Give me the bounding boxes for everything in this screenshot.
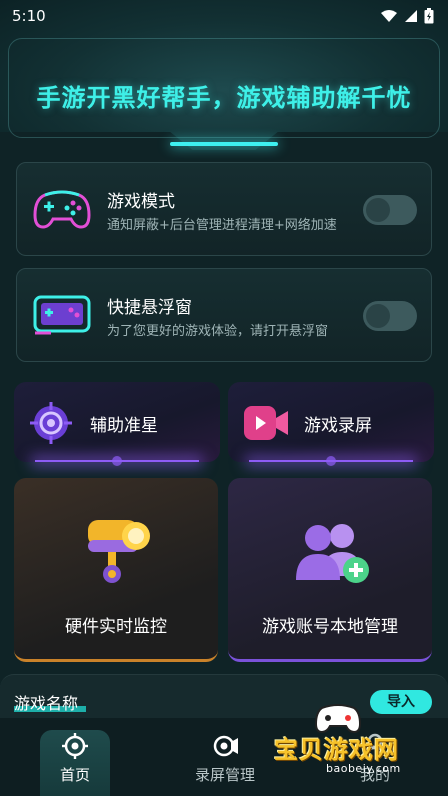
game-mode-desc: 通知屏蔽+后台管理进程清理+网络加速 bbox=[107, 218, 337, 233]
hardware-monitor-label: 硬件实时监控 bbox=[65, 617, 167, 637]
floating-window-card[interactable]: 快捷悬浮窗 为了您更好的游戏体验，请打开悬浮窗 bbox=[16, 268, 432, 362]
tile-dot bbox=[326, 456, 336, 466]
watermark: 宝贝游戏网 baobeiy.com bbox=[268, 700, 446, 796]
banner-glow bbox=[170, 142, 278, 146]
crosshair-icon bbox=[30, 402, 72, 444]
watermark-text: 宝贝游戏网 bbox=[274, 736, 399, 764]
status-bar: 5:10 bbox=[0, 0, 448, 32]
screen-record-tile[interactable]: 游戏录屏 bbox=[228, 382, 434, 466]
floating-window-icon bbox=[33, 295, 91, 335]
floating-window-title: 快捷悬浮窗 bbox=[107, 298, 192, 318]
aim-assist-label: 辅助准星 bbox=[90, 416, 158, 436]
toggle-knob bbox=[366, 198, 390, 222]
gamepad-icon bbox=[33, 190, 91, 229]
add-users-icon bbox=[296, 524, 369, 583]
watermark-url: baobeiy.com bbox=[326, 762, 401, 775]
banner-title: 手游开黑好帮手，游戏辅助解千忧 bbox=[36, 84, 412, 112]
record-icon bbox=[213, 735, 238, 757]
floating-window-desc: 为了您更好的游戏体验，请打开悬浮窗 bbox=[107, 324, 329, 339]
game-name-heading: 游戏名称 bbox=[14, 694, 79, 713]
account-manage-label: 游戏账号本地管理 bbox=[262, 617, 398, 637]
tile-dot bbox=[112, 456, 122, 466]
game-mode-card[interactable]: 游戏模式 通知屏蔽+后台管理进程清理+网络加速 bbox=[16, 162, 432, 256]
signal-icon bbox=[405, 10, 417, 22]
home-target-icon bbox=[62, 733, 88, 759]
tab-home[interactable]: 首页 bbox=[0, 718, 150, 796]
watermark-gamepad-icon bbox=[314, 704, 362, 734]
floating-window-toggle[interactable] bbox=[363, 301, 417, 331]
status-icons bbox=[380, 8, 434, 24]
game-mode-title: 游戏模式 bbox=[107, 192, 175, 212]
surveillance-camera-icon bbox=[88, 520, 150, 583]
wifi-icon bbox=[381, 10, 397, 22]
game-mode-toggle[interactable] bbox=[363, 195, 417, 225]
status-time: 5:10 bbox=[12, 7, 46, 25]
toggle-knob bbox=[366, 304, 390, 328]
video-camera-icon bbox=[244, 406, 288, 440]
aim-assist-tile[interactable]: 辅助准星 bbox=[14, 382, 220, 466]
hardware-monitor-tile[interactable]: 硬件实时监控 bbox=[14, 478, 218, 662]
account-manage-tile[interactable]: 游戏账号本地管理 bbox=[228, 478, 432, 662]
battery-icon bbox=[424, 8, 434, 24]
screen-record-label: 游戏录屏 bbox=[304, 416, 372, 436]
tab-home-label: 首页 bbox=[59, 766, 90, 784]
